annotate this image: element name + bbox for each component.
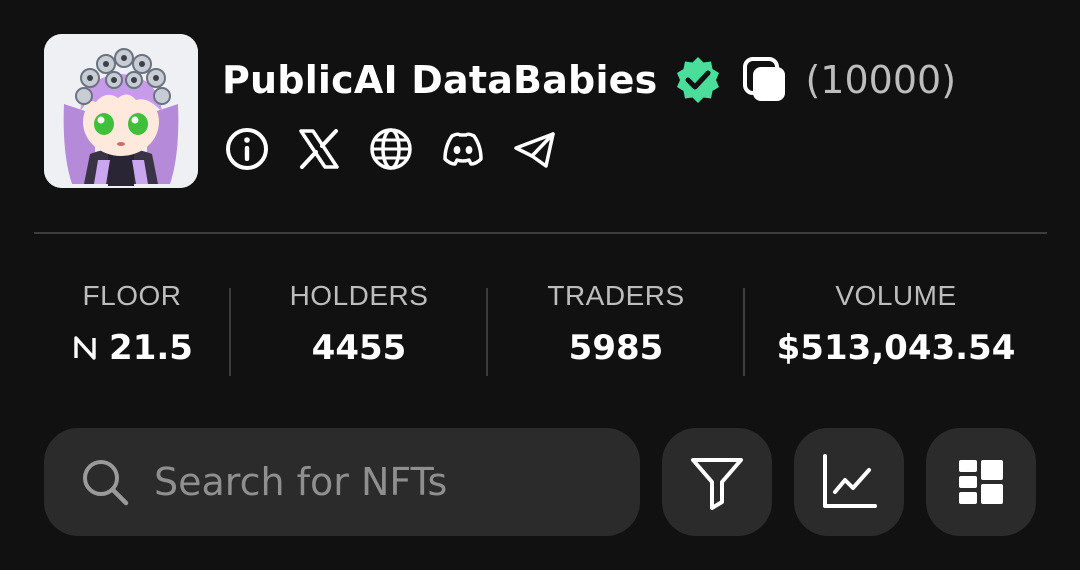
info-icon xyxy=(226,128,268,170)
collection-name: PublicAI DataBabies xyxy=(222,58,658,102)
collection-count-icon[interactable] xyxy=(743,57,787,103)
stat-traders-label: TRADERS xyxy=(547,280,685,311)
stat-floor-value: 21.5 xyxy=(109,328,193,368)
telegram-link[interactable] xyxy=(510,124,560,174)
grid-view-icon xyxy=(959,460,1003,504)
stat-traders: TRADERS 5985 xyxy=(488,280,744,380)
collection-stats: FLOOR 21.5 HOLDERS 4455 TRADERS 5985 VOL… xyxy=(34,280,1047,380)
collection-avatar xyxy=(44,34,198,188)
globe-icon xyxy=(370,128,412,170)
collection-header: PublicAI DataBabies (10000) xyxy=(222,54,956,106)
discord-link[interactable] xyxy=(438,124,488,174)
collection-supply: (10000) xyxy=(805,58,957,102)
search-bar[interactable] xyxy=(44,428,640,536)
chart-button[interactable] xyxy=(794,428,904,536)
stat-holders-label: HOLDERS xyxy=(289,280,429,311)
social-links xyxy=(222,124,582,174)
stat-traders-value: 5985 xyxy=(568,328,664,368)
search-icon xyxy=(83,460,129,506)
near-icon xyxy=(74,336,96,360)
chart-icon xyxy=(823,454,877,508)
header-divider xyxy=(34,232,1047,234)
stat-volume-label: VOLUME xyxy=(835,280,957,311)
filter-button[interactable] xyxy=(662,428,772,536)
stat-volume-value: $513,043.54 xyxy=(776,328,1016,368)
stat-floor-label: FLOOR xyxy=(82,280,182,311)
discord-icon xyxy=(443,132,483,166)
verified-badge-icon xyxy=(677,57,720,103)
stat-holders: HOLDERS 4455 xyxy=(231,280,487,380)
stat-floor-value-row: 21.5 xyxy=(34,328,230,368)
x-twitter-icon xyxy=(299,129,339,169)
stat-floor: FLOOR 21.5 xyxy=(34,280,230,380)
filter-icon xyxy=(691,458,743,510)
stat-holders-value: 4455 xyxy=(311,328,407,368)
website-link[interactable] xyxy=(366,124,416,174)
search-input[interactable] xyxy=(154,460,594,504)
info-link[interactable] xyxy=(222,124,272,174)
x-twitter-link[interactable] xyxy=(294,124,344,174)
stat-volume: VOLUME $513,043.54 xyxy=(745,280,1047,380)
telegram-icon xyxy=(514,132,555,168)
avatar-image xyxy=(44,34,198,188)
view-toggle-button[interactable] xyxy=(926,428,1036,536)
